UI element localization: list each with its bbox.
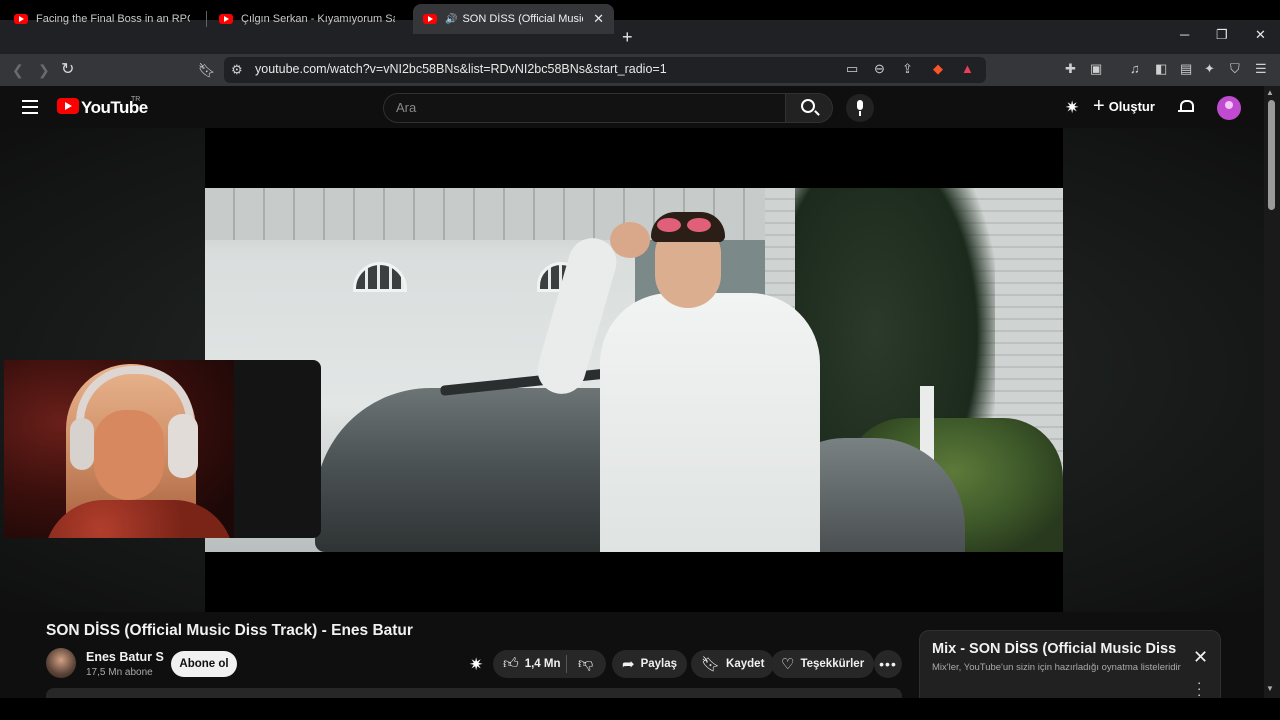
video-title: SON DİSS (Official Music Diss Track) - E…	[46, 622, 413, 639]
share-page-icon[interactable]: ⇪	[902, 61, 913, 77]
reload-icon[interactable]: ↻	[61, 60, 74, 80]
back-icon[interactable]: ❮	[12, 60, 24, 80]
search-input[interactable]	[383, 93, 786, 123]
extensions-icon[interactable]: ✚	[1065, 61, 1076, 77]
new-tab-icon[interactable]: +	[622, 27, 633, 48]
menu-icon[interactable]: ☰	[1255, 61, 1267, 77]
forward-icon[interactable]: ❯	[38, 60, 50, 80]
scene-person-hand	[610, 222, 650, 258]
voice-search-icon[interactable]	[846, 94, 874, 122]
ask-ai-sparkle-icon[interactable]: ✷	[469, 655, 483, 675]
country-code: TR	[131, 96, 141, 103]
thanks-button[interactable]: ♡ Teşekkürler	[771, 650, 875, 678]
search-icon	[801, 99, 815, 113]
browser-tab-active[interactable]: 🔊 SON DİSS (Official Music Diss ✕	[413, 4, 614, 34]
vpn-icon[interactable]: ⛉	[1230, 61, 1240, 77]
scene-sunglasses	[657, 218, 713, 232]
brave-shields-icon[interactable]: ◆	[933, 61, 943, 77]
screen-bottom-edge	[0, 698, 1280, 720]
share-button[interactable]: ➦ Paylaş	[612, 650, 688, 678]
youtube-favicon-icon	[14, 14, 28, 24]
account-avatar[interactable]	[1217, 96, 1241, 120]
scroll-down-icon[interactable]: ▼	[1266, 684, 1274, 693]
browser-tab[interactable]: Çılgın Serkan - Kıyamıyorum Sana | D	[209, 4, 405, 34]
subscriber-count: 17,5 Mn abone	[86, 667, 153, 678]
sidebar-icon[interactable]: ◧	[1155, 61, 1167, 77]
save-button[interactable]: 🔖︎ Kaydet	[691, 650, 775, 678]
close-icon[interactable]: ✕	[1193, 647, 1208, 668]
webcam-headphone-right	[168, 414, 198, 478]
like-icon[interactable]: 👍︎	[503, 655, 519, 673]
notifications-bell-icon[interactable]	[1178, 99, 1194, 115]
close-window-icon[interactable]: ✕	[1255, 27, 1266, 43]
channel-avatar[interactable]	[46, 648, 76, 678]
restore-icon[interactable]: ❐	[1216, 27, 1228, 43]
youtube-favicon-icon	[423, 14, 437, 24]
zoom-icon[interactable]: ⊖	[874, 61, 885, 77]
tab-title: SON DİSS (Official Music Diss	[462, 13, 583, 25]
mix-more-icon[interactable]: · · ·	[1197, 676, 1201, 701]
tab-title: Facing the Final Boss in an RPG - You	[36, 13, 190, 25]
mix-title[interactable]: Mix - SON DİSS (Official Music Diss Trac…	[932, 641, 1180, 657]
scrollbar-thumb[interactable]	[1268, 100, 1275, 210]
site-settings-icon[interactable]: ⚙	[231, 62, 243, 78]
close-tab-icon[interactable]: ✕	[593, 11, 604, 27]
audio-playing-icon[interactable]: 🔊	[445, 14, 457, 25]
save-label: Kaydet	[726, 658, 765, 670]
create-button[interactable]: + Oluştur	[1093, 95, 1155, 117]
wallet-icon[interactable]: ▤	[1180, 61, 1192, 77]
thanks-icon: ♡	[781, 656, 795, 673]
dislike-button[interactable]: 👎︎	[568, 650, 603, 678]
leo-ai-icon[interactable]: ✦	[1204, 61, 1215, 77]
url-text[interactable]: youtube.com/watch?v=vNI2bc58BNs&list=RDv…	[255, 62, 667, 76]
like-count[interactable]: 1,4 Mn	[525, 658, 561, 670]
share-icon: ➦	[622, 656, 635, 673]
thanks-label: Teşekkürler	[800, 658, 865, 670]
minimize-icon[interactable]: ─	[1180, 27, 1189, 42]
search-placeholder: Ara	[396, 100, 417, 115]
subscribe-button[interactable]: Abone ol	[171, 651, 237, 677]
webcam-headphone-left	[70, 418, 94, 470]
cast-icon[interactable]: ▭	[846, 61, 858, 77]
tab-separator	[206, 11, 207, 27]
reading-mode-icon[interactable]: ▣	[1090, 61, 1102, 77]
screen: Facing the Final Boss in an RPG - You Çı…	[0, 0, 1280, 720]
plus-icon: +	[1093, 95, 1105, 117]
mix-subtitle: Mix'ler, YouTube'un sizin için hazırladı…	[932, 662, 1181, 673]
webcam-overlay	[4, 360, 321, 538]
video-frame[interactable]	[205, 188, 1063, 552]
webcam-person-face	[94, 410, 164, 500]
scene-person-body	[600, 293, 820, 552]
bookmark-icon[interactable]: 🔖︎	[198, 60, 216, 80]
tab-title: Çılgın Serkan - Kıyamıyorum Sana | D	[241, 13, 395, 25]
scroll-up-icon[interactable]: ▲	[1266, 88, 1274, 97]
save-icon: 🔖︎	[701, 656, 721, 673]
guide-menu-icon[interactable]	[22, 100, 38, 118]
youtube-favicon-icon	[219, 14, 233, 24]
media-controls-icon[interactable]: ♫	[1130, 61, 1140, 76]
description-box[interactable]	[46, 688, 902, 698]
premium-sparkle-icon[interactable]: ✷	[1065, 98, 1079, 118]
share-label: Paylaş	[640, 658, 678, 670]
youtube-logo-icon[interactable]	[57, 98, 79, 114]
dislike-icon: 👎︎	[578, 655, 594, 672]
more-actions-icon[interactable]: •••	[874, 650, 902, 678]
like-separator	[566, 655, 567, 673]
brave-rewards-icon[interactable]: ▲	[961, 61, 974, 76]
create-label: Oluştur	[1108, 98, 1155, 114]
channel-name[interactable]: Enes Batur S	[86, 650, 164, 664]
browser-tab[interactable]: Facing the Final Boss in an RPG - You	[4, 4, 200, 34]
